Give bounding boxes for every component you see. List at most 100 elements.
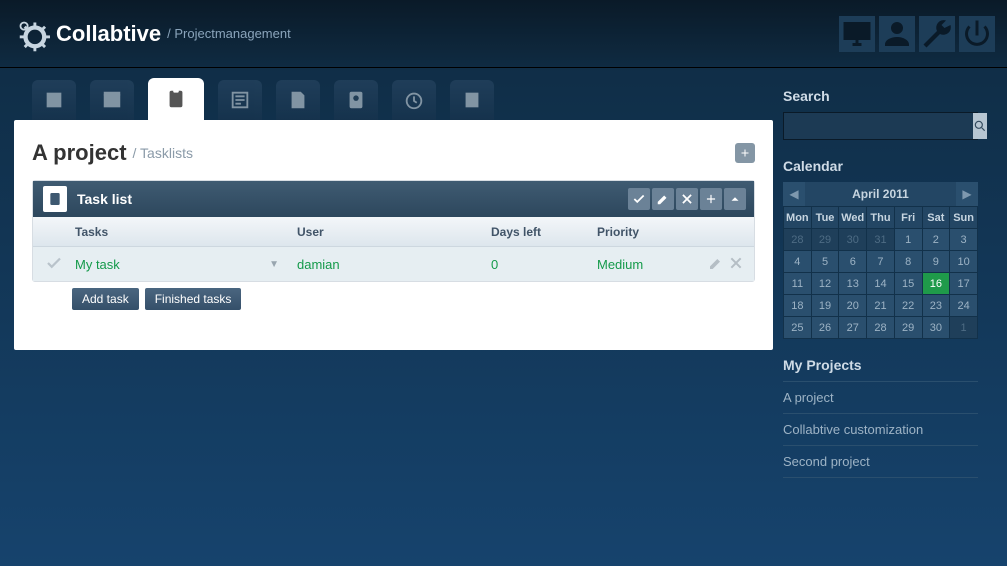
wrench-icon[interactable]: [919, 16, 955, 52]
project-tabs: [14, 78, 773, 120]
project-list-item[interactable]: Collabtive customization: [783, 414, 978, 446]
desktop-icon[interactable]: [839, 16, 875, 52]
tasklist-add-icon[interactable]: [700, 188, 722, 210]
app-header: Collabtive / Projectmanagement: [0, 0, 1007, 68]
calendar-month: April 2011: [805, 187, 956, 201]
calendar-day[interactable]: 17: [950, 273, 978, 295]
task-user-link[interactable]: damian: [297, 257, 340, 272]
brand-name: Collabtive: [56, 21, 161, 47]
calendar-day[interactable]: 9: [922, 251, 950, 273]
tasklist-delete-icon[interactable]: [676, 188, 698, 210]
power-icon[interactable]: [959, 16, 995, 52]
logo-gear-icon: [14, 16, 50, 52]
calendar-day[interactable]: 8: [894, 251, 922, 273]
header-actions: [839, 16, 995, 52]
calendar-title: Calendar: [783, 158, 978, 174]
col-days: Days left: [491, 225, 597, 239]
calendar-day[interactable]: 1: [894, 229, 922, 251]
calendar-day[interactable]: 5: [811, 251, 839, 273]
calendar-day[interactable]: 16: [922, 273, 950, 295]
calendar-day[interactable]: 25: [784, 317, 812, 339]
calendar-section: Calendar ◀ April 2011 ▶ MonTueWedThuFriS…: [783, 158, 978, 339]
project-list: A projectCollabtive customizationSecond …: [783, 381, 978, 478]
calendar-day[interactable]: 11: [784, 273, 812, 295]
calendar-day-header: Wed: [839, 207, 867, 229]
tasklist-header: Task list: [33, 181, 754, 217]
calendar-day-header: Tue: [811, 207, 839, 229]
page-title: A project: [32, 140, 127, 166]
search-section: Search: [783, 88, 978, 140]
tab-timetracking[interactable]: [392, 80, 436, 120]
calendar-day[interactable]: 29: [811, 229, 839, 251]
calendar-day[interactable]: 12: [811, 273, 839, 295]
search-icon: [973, 119, 987, 133]
add-task-button[interactable]: Add task: [72, 288, 139, 310]
calendar-day[interactable]: 15: [894, 273, 922, 295]
tab-settings[interactable]: [450, 80, 494, 120]
calendar-day[interactable]: 22: [894, 295, 922, 317]
tasklist-title: Task list: [77, 191, 132, 207]
clipboard-icon: [43, 186, 67, 212]
calendar-day[interactable]: 30: [839, 229, 867, 251]
breadcrumb: / Projectmanagement: [167, 26, 291, 41]
col-user: User: [297, 225, 491, 239]
task-dropdown-caret-icon[interactable]: ▼: [269, 259, 279, 270]
calendar-day[interactable]: 19: [811, 295, 839, 317]
calendar-day[interactable]: 3: [950, 229, 978, 251]
page-breadcrumb: / Tasklists: [133, 145, 193, 161]
project-list-item[interactable]: Second project: [783, 446, 978, 478]
calendar-day-header: Mon: [784, 207, 812, 229]
calendar-day[interactable]: 4: [784, 251, 812, 273]
search-input[interactable]: [784, 113, 973, 139]
calendar-day[interactable]: 27: [839, 317, 867, 339]
calendar-next-button[interactable]: ▶: [956, 182, 978, 206]
calendar-day[interactable]: 1: [950, 317, 978, 339]
calendar-day[interactable]: 21: [867, 295, 895, 317]
calendar-day[interactable]: 30: [922, 317, 950, 339]
calendar-day[interactable]: 10: [950, 251, 978, 273]
task-link[interactable]: My task: [75, 257, 120, 272]
calendar-day-header: Thu: [867, 207, 895, 229]
search-button[interactable]: [973, 113, 987, 139]
calendar-day[interactable]: 23: [922, 295, 950, 317]
tasklist-check-icon[interactable]: [628, 188, 650, 210]
search-title: Search: [783, 88, 978, 104]
tab-dashboard[interactable]: [32, 80, 76, 120]
finished-tasks-button[interactable]: Finished tasks: [145, 288, 242, 310]
tasklist-collapse-icon[interactable]: [724, 188, 746, 210]
calendar-day-header: Sat: [922, 207, 950, 229]
calendar-day[interactable]: 24: [950, 295, 978, 317]
tab-files[interactable]: [276, 80, 320, 120]
task-delete-icon[interactable]: [728, 255, 744, 274]
my-projects-title: My Projects: [783, 357, 978, 373]
calendar-day[interactable]: 13: [839, 273, 867, 295]
user-icon[interactable]: [879, 16, 915, 52]
calendar-day[interactable]: 31: [867, 229, 895, 251]
calendar-prev-button[interactable]: ◀: [783, 182, 805, 206]
project-list-item[interactable]: A project: [783, 382, 978, 414]
task-complete-check-icon[interactable]: [45, 260, 63, 275]
calendar-day[interactable]: 20: [839, 295, 867, 317]
calendar-day-header: Fri: [894, 207, 922, 229]
add-tasklist-button[interactable]: [735, 143, 755, 163]
tasklist-column-headers: Tasks User Days left Priority: [33, 217, 754, 247]
calendar-day[interactable]: 7: [867, 251, 895, 273]
tab-tasklists[interactable]: [148, 78, 204, 120]
calendar-day[interactable]: 29: [894, 317, 922, 339]
task-edit-icon[interactable]: [708, 255, 724, 274]
calendar-day[interactable]: 18: [784, 295, 812, 317]
calendar-day[interactable]: 28: [867, 317, 895, 339]
calendar-day[interactable]: 26: [811, 317, 839, 339]
tasklist-edit-icon[interactable]: [652, 188, 674, 210]
calendar-day[interactable]: 2: [922, 229, 950, 251]
tab-people[interactable]: [334, 80, 378, 120]
task-row: My task▼ damian 0 Medium: [33, 247, 754, 281]
tab-milestones[interactable]: [90, 80, 134, 120]
tab-messages[interactable]: [218, 80, 262, 120]
task-priority: Medium: [597, 257, 685, 272]
calendar-day[interactable]: 14: [867, 273, 895, 295]
col-priority: Priority: [597, 225, 685, 239]
calendar-grid: MonTueWedThuFriSatSun 282930311234567891…: [783, 206, 978, 339]
calendar-day[interactable]: 6: [839, 251, 867, 273]
calendar-day[interactable]: 28: [784, 229, 812, 251]
